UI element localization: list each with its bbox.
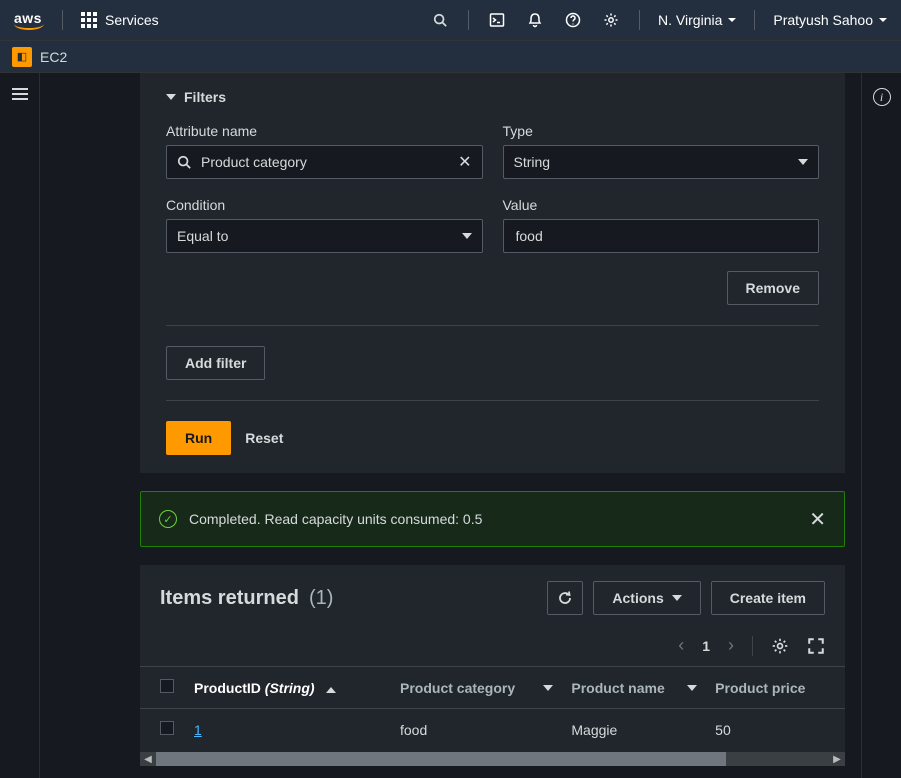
reset-button[interactable]: Reset bbox=[245, 430, 283, 446]
results-panel: Items returned (1) Actions Create item ‹… bbox=[140, 565, 845, 766]
create-item-button[interactable]: Create item bbox=[711, 581, 825, 615]
service-bar: ◧ EC2 bbox=[0, 41, 901, 73]
right-rail: i bbox=[861, 73, 901, 778]
chevron-down-icon bbox=[166, 94, 176, 100]
ec2-icon: ◧ bbox=[12, 47, 32, 67]
region-label: N. Virginia bbox=[658, 12, 722, 28]
clear-icon[interactable]: ✕ bbox=[458, 152, 471, 172]
aws-logo-text: aws bbox=[14, 10, 42, 26]
scrollbar-thumb[interactable] bbox=[156, 752, 726, 766]
attribute-name-label: Attribute name bbox=[166, 123, 483, 139]
remove-button[interactable]: Remove bbox=[727, 271, 819, 305]
top-nav: aws Services N. Virginia Pratyush Sahoo bbox=[0, 0, 901, 41]
chevron-down-icon[interactable] bbox=[543, 685, 553, 691]
chevron-down-icon[interactable] bbox=[687, 685, 697, 691]
services-label: Services bbox=[105, 12, 159, 28]
pagination: ‹ 1 › bbox=[140, 631, 845, 666]
condition-value: Equal to bbox=[177, 228, 228, 244]
divider bbox=[166, 325, 819, 326]
horizontal-scrollbar[interactable]: ◀ ▶ bbox=[140, 752, 845, 766]
nav-separator bbox=[62, 10, 63, 30]
attribute-name-input[interactable]: ✕ bbox=[166, 145, 483, 179]
actions-button[interactable]: Actions bbox=[593, 581, 700, 615]
aws-logo[interactable]: aws bbox=[14, 10, 44, 30]
check-circle-icon: ✓ bbox=[159, 510, 177, 528]
pager-separator bbox=[752, 636, 753, 656]
scroll-right-icon[interactable]: ▶ bbox=[829, 752, 845, 766]
select-all-checkbox[interactable] bbox=[160, 679, 174, 693]
service-name[interactable]: EC2 bbox=[40, 49, 67, 65]
main-content: Filters Attribute name ✕ Type String bbox=[40, 73, 861, 778]
col-category[interactable]: Product category bbox=[400, 680, 515, 696]
nav-separator bbox=[754, 10, 755, 30]
user-menu[interactable]: Pratyush Sahoo bbox=[773, 12, 887, 28]
attribute-name-field[interactable] bbox=[199, 153, 450, 171]
user-label: Pratyush Sahoo bbox=[773, 12, 873, 28]
value-field[interactable] bbox=[514, 227, 809, 245]
gear-icon[interactable] bbox=[601, 10, 621, 30]
col-price[interactable]: Product price bbox=[715, 680, 805, 696]
row-price: 50 bbox=[705, 709, 845, 751]
results-title: Items returned bbox=[160, 587, 299, 610]
condition-select[interactable]: Equal to bbox=[166, 219, 483, 253]
search-icon bbox=[177, 155, 191, 169]
refresh-button[interactable] bbox=[547, 581, 583, 615]
value-label: Value bbox=[503, 197, 820, 213]
services-menu[interactable]: Services bbox=[81, 12, 159, 28]
type-select[interactable]: String bbox=[503, 145, 820, 179]
value-input[interactable] bbox=[503, 219, 820, 253]
search-icon[interactable] bbox=[430, 10, 450, 30]
table-row: 1 food Maggie 50 bbox=[140, 709, 845, 751]
type-value: String bbox=[514, 154, 551, 170]
results-table: ProductID (String) Product category Prod… bbox=[140, 666, 845, 750]
chevron-down-icon bbox=[879, 18, 887, 22]
sort-asc-icon[interactable] bbox=[326, 687, 336, 693]
help-icon[interactable] bbox=[563, 10, 583, 30]
cloudshell-icon[interactable] bbox=[487, 10, 507, 30]
col-name[interactable]: Product name bbox=[571, 680, 664, 696]
row-id-link[interactable]: 1 bbox=[194, 722, 202, 738]
page-number: 1 bbox=[702, 638, 710, 654]
row-checkbox[interactable] bbox=[160, 721, 174, 735]
refresh-icon bbox=[557, 590, 573, 606]
grid-icon bbox=[81, 12, 97, 28]
condition-label: Condition bbox=[166, 197, 483, 213]
row-category: food bbox=[390, 709, 561, 751]
nav-separator bbox=[468, 10, 469, 30]
info-icon[interactable]: i bbox=[873, 88, 891, 106]
col-productid-type: (String) bbox=[265, 680, 315, 696]
region-selector[interactable]: N. Virginia bbox=[658, 12, 736, 28]
actions-label: Actions bbox=[612, 590, 663, 606]
results-count: (1) bbox=[309, 587, 333, 610]
success-alert: ✓ Completed. Read capacity units consume… bbox=[140, 491, 845, 547]
expand-icon[interactable] bbox=[807, 637, 825, 655]
chevron-down-icon bbox=[798, 159, 808, 165]
hamburger-icon[interactable] bbox=[12, 88, 28, 100]
prev-page-icon[interactable]: ‹ bbox=[678, 635, 684, 656]
row-name: Maggie bbox=[561, 709, 705, 751]
add-filter-button[interactable]: Add filter bbox=[166, 346, 265, 380]
alert-message: Completed. Read capacity units consumed:… bbox=[189, 511, 482, 527]
chevron-down-icon bbox=[462, 233, 472, 239]
bell-icon[interactable] bbox=[525, 10, 545, 30]
nav-separator bbox=[639, 10, 640, 30]
left-rail bbox=[0, 73, 40, 778]
close-icon[interactable]: ✕ bbox=[809, 507, 826, 532]
filters-header[interactable]: Filters bbox=[166, 89, 819, 105]
chevron-down-icon bbox=[728, 18, 736, 22]
next-page-icon[interactable]: › bbox=[728, 635, 734, 656]
filters-panel: Filters Attribute name ✕ Type String bbox=[140, 73, 845, 473]
gear-icon[interactable] bbox=[771, 637, 789, 655]
filters-title: Filters bbox=[184, 89, 226, 105]
col-productid[interactable]: ProductID bbox=[194, 680, 261, 696]
divider bbox=[166, 400, 819, 401]
chevron-down-icon bbox=[672, 595, 682, 601]
scroll-left-icon[interactable]: ◀ bbox=[140, 752, 156, 766]
type-label: Type bbox=[503, 123, 820, 139]
run-button[interactable]: Run bbox=[166, 421, 231, 455]
